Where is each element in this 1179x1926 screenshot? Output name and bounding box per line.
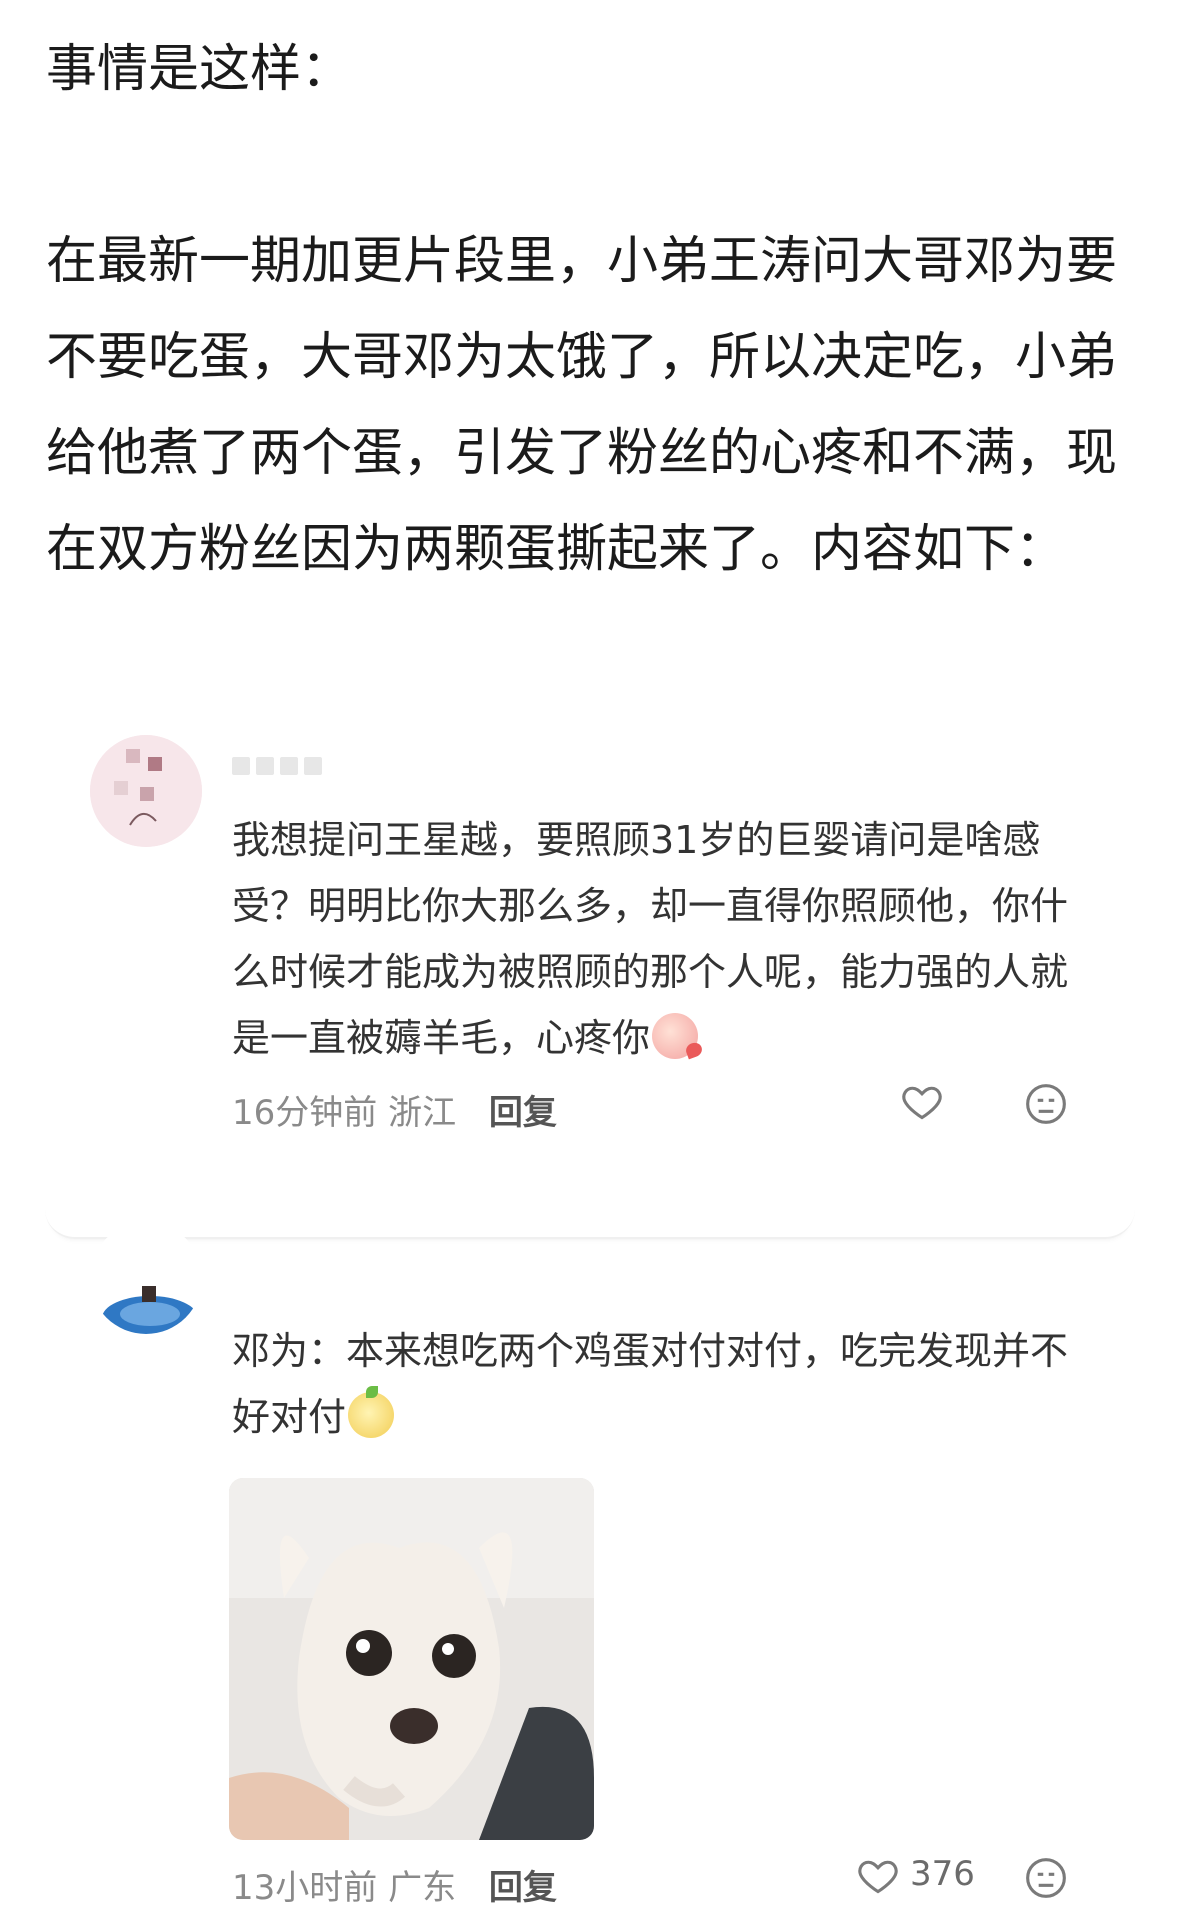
heart-icon[interactable] bbox=[900, 1080, 944, 1124]
like-count: 376 bbox=[910, 1854, 975, 1894]
comment-image-dog[interactable] bbox=[229, 1478, 594, 1840]
post-body: 事情是这样： 在最新一期加更片段里，小弟王涛问大哥邓为要不要吃蛋，大哥邓为太饿了… bbox=[46, 22, 1136, 598]
dislike-face-icon[interactable] bbox=[1024, 1082, 1068, 1126]
heart-icon[interactable] bbox=[856, 1854, 900, 1898]
peach-emoji-icon bbox=[652, 1013, 699, 1059]
comment-text-container: 我想提问王星越，要照顾31岁的巨婴请问是啥感受？明明比你大那么多，却一直得你照顾… bbox=[232, 807, 1092, 1071]
comment-text-container: 邓为：本来想吃两个鸡蛋对付对付，吃完发现并不好对付 bbox=[232, 1318, 1092, 1450]
avatar-image bbox=[90, 1222, 202, 1334]
post-intro-title: 事情是这样： bbox=[46, 40, 353, 99]
username-blurred[interactable] bbox=[232, 755, 352, 777]
comment-meta: 13小时前 广东 回复 bbox=[232, 1860, 557, 1909]
comment-text: 我想提问王星越，要照顾31岁的巨婴请问是啥感受？明明比你大那么多，却一直得你照顾… bbox=[232, 818, 1069, 1060]
comment-location: 浙江 bbox=[388, 1093, 457, 1133]
comment-item: 邓为：本来想吃两个鸡蛋对付对付，吃完发现并不好对付 13小时前 广东 回复 37… bbox=[0, 1222, 1179, 1922]
chihuahua-photo bbox=[229, 1478, 594, 1840]
post-intro-paragraph: 在最新一期加更片段里，小弟王涛问大哥邓为要不要吃蛋，大哥邓为太饿了，所以决定吃，… bbox=[46, 232, 1118, 579]
dislike-face-icon[interactable] bbox=[1024, 1856, 1068, 1900]
reply-button[interactable]: 回复 bbox=[489, 1868, 557, 1908]
chick-emoji-icon bbox=[348, 1386, 395, 1438]
reply-button[interactable]: 回复 bbox=[489, 1093, 557, 1133]
comment-item: 我想提问王星越，要照顾31岁的巨婴请问是啥感受？明明比你大那么多，却一直得你照顾… bbox=[0, 735, 1179, 1205]
avatar-image bbox=[90, 735, 202, 847]
comment-meta: 16分钟前 浙江 回复 bbox=[232, 1085, 557, 1134]
avatar[interactable] bbox=[90, 735, 202, 847]
comment-time: 16分钟前 bbox=[232, 1093, 378, 1133]
avatar[interactable] bbox=[90, 1222, 202, 1334]
comment-time: 13小时前 bbox=[232, 1868, 378, 1908]
comment-location: 广东 bbox=[388, 1868, 457, 1908]
